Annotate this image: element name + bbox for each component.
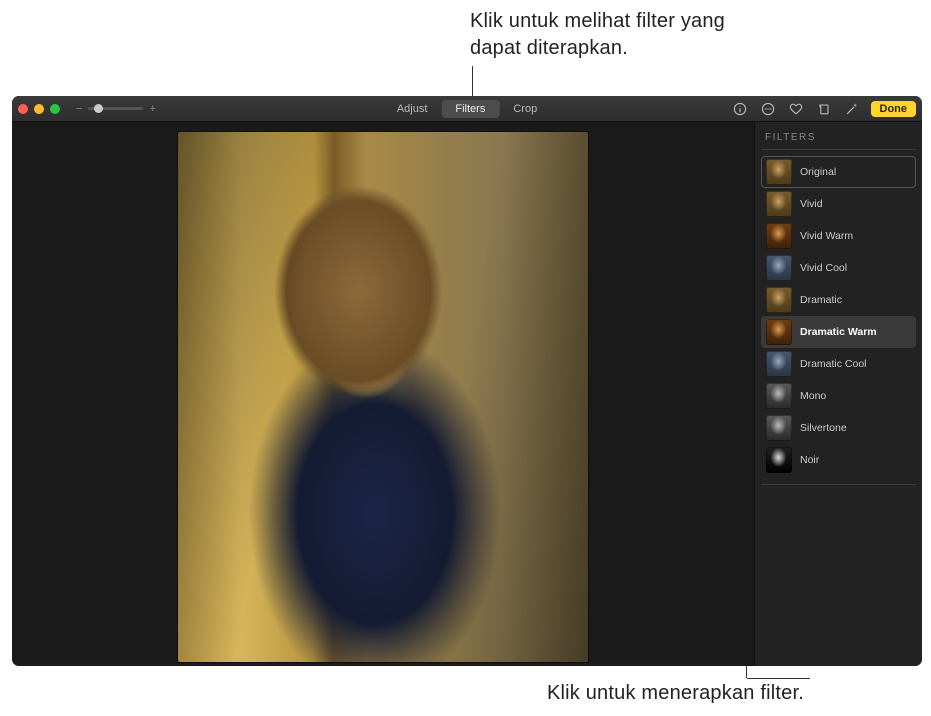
callout-line bbox=[747, 678, 810, 679]
filter-thumb bbox=[766, 447, 792, 473]
annotation-top: Klik untuk melihat filter yang dapat dit… bbox=[470, 8, 770, 62]
filter-label: Mono bbox=[800, 390, 826, 402]
photo-canvas bbox=[12, 122, 754, 666]
zoom-controls: − + bbox=[76, 103, 156, 115]
tab-adjust[interactable]: Adjust bbox=[383, 100, 442, 118]
filter-row-vivid-cool[interactable]: Vivid Cool bbox=[761, 252, 916, 284]
close-window-button[interactable] bbox=[18, 104, 28, 114]
filters-sidebar: FILTERS Original Vivid Vivid Warm Vivid Coo… bbox=[754, 122, 922, 666]
right-tools: Done bbox=[731, 100, 917, 118]
filter-label: Dramatic Warm bbox=[800, 326, 877, 338]
content-area: FILTERS Original Vivid Vivid Warm Vivid Coo… bbox=[12, 122, 922, 666]
toolbar: − + Adjust Filters Crop Do bbox=[12, 96, 922, 122]
filter-thumb bbox=[766, 159, 792, 185]
edit-mode-tabs: Adjust Filters Crop bbox=[383, 100, 551, 118]
window-controls bbox=[18, 104, 60, 114]
filter-row-dramatic[interactable]: Dramatic bbox=[761, 284, 916, 316]
rotate-icon[interactable] bbox=[815, 100, 833, 118]
filter-row-dramatic-warm[interactable]: Dramatic Warm bbox=[761, 316, 916, 348]
filter-thumb bbox=[766, 191, 792, 217]
filter-thumb bbox=[766, 415, 792, 441]
app-window: − + Adjust Filters Crop Do bbox=[12, 96, 922, 666]
filter-thumb bbox=[766, 383, 792, 409]
filter-row-noir[interactable]: Noir bbox=[761, 444, 916, 476]
filter-thumb bbox=[766, 255, 792, 281]
filter-row-silvertone[interactable]: Silvertone bbox=[761, 412, 916, 444]
filter-row-original[interactable]: Original bbox=[761, 156, 916, 188]
annotation-bottom: Klik untuk menerapkan filter. bbox=[474, 680, 804, 707]
zoom-in-button[interactable]: + bbox=[149, 103, 155, 115]
filter-thumb bbox=[766, 287, 792, 313]
filter-row-mono[interactable]: Mono bbox=[761, 380, 916, 412]
filter-label: Silvertone bbox=[800, 422, 847, 434]
minimize-window-button[interactable] bbox=[34, 104, 44, 114]
filter-row-dramatic-cool[interactable]: Dramatic Cool bbox=[761, 348, 916, 380]
tab-filters[interactable]: Filters bbox=[441, 100, 499, 118]
more-icon[interactable] bbox=[759, 100, 777, 118]
main-photo[interactable] bbox=[178, 132, 588, 662]
filter-label: Dramatic bbox=[800, 294, 842, 306]
filter-list: Original Vivid Vivid Warm Vivid Cool Dramati… bbox=[761, 156, 916, 476]
divider bbox=[761, 484, 916, 485]
filter-thumb bbox=[766, 319, 792, 345]
zoom-out-button[interactable]: − bbox=[76, 103, 82, 115]
zoom-slider[interactable] bbox=[88, 107, 143, 110]
filter-thumb bbox=[766, 351, 792, 377]
filter-thumb bbox=[766, 223, 792, 249]
filter-label: Dramatic Cool bbox=[800, 358, 867, 370]
auto-enhance-icon[interactable] bbox=[843, 100, 861, 118]
info-icon[interactable] bbox=[731, 100, 749, 118]
filter-row-vivid-warm[interactable]: Vivid Warm bbox=[761, 220, 916, 252]
filter-label: Original bbox=[800, 166, 836, 178]
filter-label: Vivid Warm bbox=[800, 230, 853, 242]
filter-row-vivid[interactable]: Vivid bbox=[761, 188, 916, 220]
filter-label: Vivid bbox=[800, 198, 823, 210]
done-button[interactable]: Done bbox=[871, 101, 917, 117]
filter-label: Noir bbox=[800, 454, 819, 466]
filter-label: Vivid Cool bbox=[800, 262, 847, 274]
sidebar-title: FILTERS bbox=[761, 130, 916, 150]
fullscreen-window-button[interactable] bbox=[50, 104, 60, 114]
favorite-icon[interactable] bbox=[787, 100, 805, 118]
tab-crop[interactable]: Crop bbox=[499, 100, 551, 118]
